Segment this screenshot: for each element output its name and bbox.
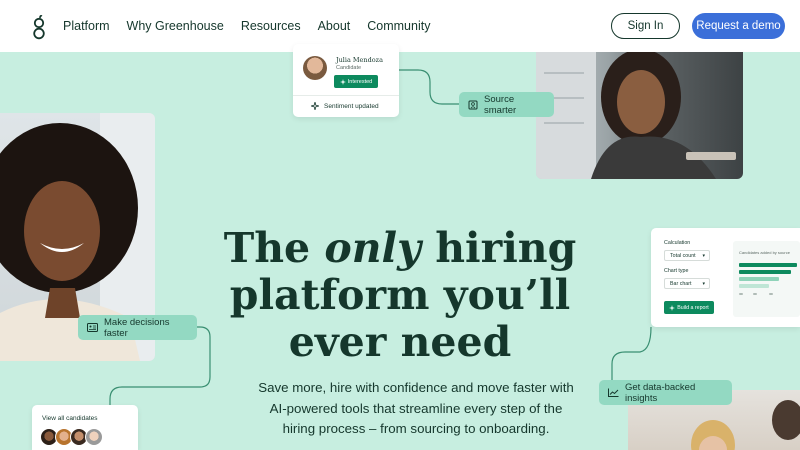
chart-tick <box>739 293 743 295</box>
data-insights-pill: Get data-backed insights <box>599 380 732 405</box>
report-chart-title: Candidates added by source <box>739 250 790 255</box>
build-report-button[interactable]: Build a report <box>664 301 714 314</box>
make-decisions-label: Make decisions faster <box>104 316 170 339</box>
avatar[interactable] <box>85 428 103 446</box>
chart-tick <box>753 293 757 295</box>
build-report-label: Build a report <box>677 304 709 311</box>
hero-title-line3: ever need <box>288 318 512 366</box>
report-chart-preview: Candidates added by source <box>733 241 800 317</box>
chart-bar <box>739 284 769 288</box>
calculation-select[interactable]: Total count ▾ <box>664 250 710 261</box>
nav-link-platform[interactable]: Platform <box>63 19 110 33</box>
hero-title-line2: platform you’ll <box>229 271 571 319</box>
hero-title: The only hiring platform you’ll ever nee… <box>200 225 600 366</box>
hero-title-line1-post: hiring <box>420 224 577 272</box>
candidate-role: Candidate <box>336 65 362 71</box>
sparkle-icon <box>311 102 319 110</box>
nav-link-about[interactable]: About <box>318 19 351 33</box>
calculation-select-value: Total count <box>670 252 696 259</box>
chart-bar <box>739 263 797 267</box>
source-smarter-pill: Source smarter <box>459 92 554 117</box>
chart-type-label: Chart type <box>664 268 689 274</box>
request-demo-button[interactable]: Request a demo <box>692 13 785 39</box>
make-decisions-pill: Make decisions faster <box>78 315 197 340</box>
top-navbar: Platform Why Greenhouse Resources About … <box>0 0 800 52</box>
avatar <box>303 56 327 80</box>
sentiment-status: Sentiment updated <box>311 102 379 110</box>
source-smarter-label: Source smarter <box>484 93 517 116</box>
calculation-label: Calculation <box>664 240 691 246</box>
candidate-photo-man <box>536 52 743 179</box>
hero-subtitle: Save more, hire with confidence and move… <box>258 380 574 436</box>
sparkle-icon <box>669 304 676 311</box>
data-insights-label: Get data-backed insights <box>625 381 696 404</box>
view-candidates-card[interactable]: View all candidates <box>32 405 138 450</box>
chart-type-select[interactable]: Bar chart ▾ <box>664 278 710 289</box>
hero-title-line1-pre: The <box>223 224 325 272</box>
candidate-name: Julia Mendoza <box>336 56 383 64</box>
trend-chart-icon <box>608 388 619 397</box>
divider <box>293 95 399 96</box>
status-badge-label: Interested <box>347 78 373 85</box>
chart-bar <box>739 270 791 274</box>
sentiment-status-label: Sentiment updated <box>324 102 379 110</box>
image-card-icon <box>87 323 98 332</box>
view-candidates-label: View all candidates <box>42 415 98 422</box>
sparkle-icon <box>339 78 346 85</box>
chart-bar <box>739 277 779 281</box>
nav-link-resources[interactable]: Resources <box>241 19 301 33</box>
candidate-avatars <box>40 428 103 446</box>
status-badge: Interested <box>334 75 378 88</box>
hero-title-emphasis: only <box>324 224 421 272</box>
sign-in-button[interactable]: Sign In <box>611 13 680 39</box>
contact-card-icon <box>468 100 478 110</box>
report-builder-card: Calculation Total count ▾ Chart type Bar… <box>651 228 800 327</box>
candidate-card: Julia Mendoza Candidate Interested Senti… <box>293 44 399 117</box>
nav-link-community[interactable]: Community <box>367 19 430 33</box>
chart-tick <box>769 293 773 295</box>
chevron-down-icon: ▾ <box>702 281 705 287</box>
chevron-down-icon: ▾ <box>702 253 705 259</box>
nav-link-why-greenhouse[interactable]: Why Greenhouse <box>127 19 224 33</box>
greenhouse-logo[interactable] <box>30 14 48 40</box>
chart-type-select-value: Bar chart <box>670 280 692 287</box>
